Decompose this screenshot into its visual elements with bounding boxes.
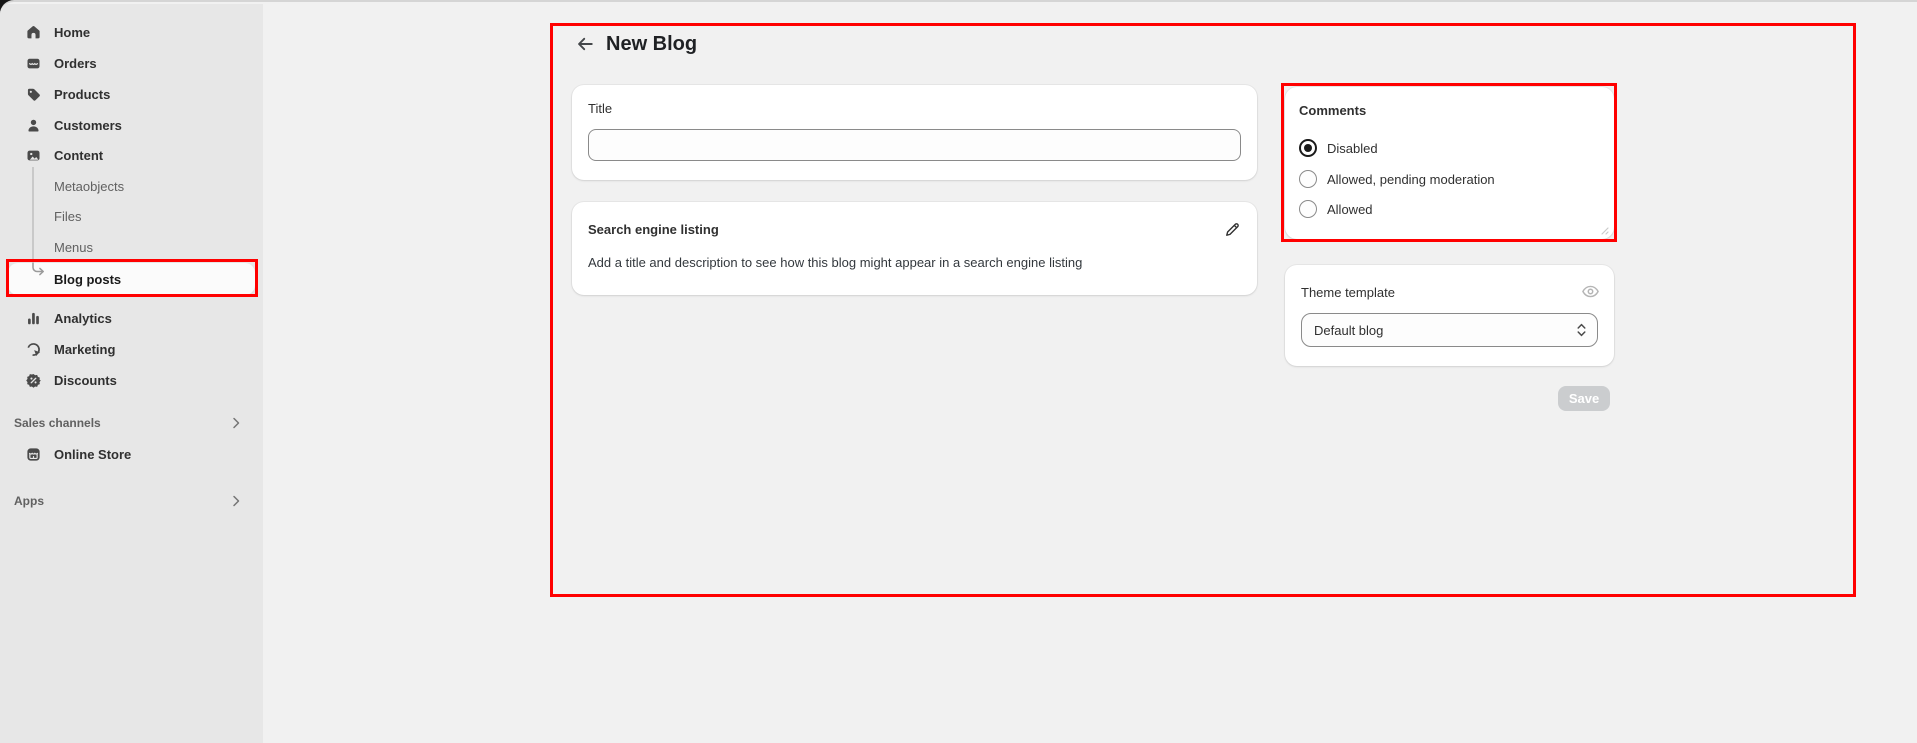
section-label: Sales channels	[14, 416, 101, 430]
eye-icon	[1581, 282, 1600, 301]
sidebar-item-label: Analytics	[54, 311, 112, 326]
radio-label: Disabled	[1327, 141, 1378, 156]
customers-icon	[26, 118, 41, 133]
sidebar-item-label: Content	[54, 148, 103, 163]
home-icon	[26, 25, 41, 40]
sidebar-section-sales-channels[interactable]: Sales channels	[8, 408, 255, 438]
pencil-icon	[1224, 221, 1241, 238]
sidebar-item-menus[interactable]: Menus	[8, 232, 255, 262]
radio-option-allowed-pending-moderation[interactable]: Allowed, pending moderation	[1299, 170, 1495, 188]
section-label: Apps	[14, 494, 44, 508]
radio-option-disabled[interactable]: Disabled	[1299, 139, 1378, 157]
content-icon	[26, 148, 41, 163]
products-icon	[26, 87, 41, 102]
radio-label: Allowed, pending moderation	[1327, 172, 1495, 187]
radio-unselected-icon	[1299, 170, 1317, 188]
sidebar-item-label: Files	[54, 209, 81, 224]
subnav-arrow-icon	[27, 263, 47, 285]
edit-seo-button[interactable]	[1223, 220, 1241, 238]
sidebar-item-label: Products	[54, 87, 110, 102]
chevron-right-icon	[231, 495, 241, 507]
theme-template-label: Theme template	[1301, 285, 1395, 300]
back-arrow-icon	[576, 35, 594, 53]
sidebar-item-home[interactable]: Home	[8, 17, 255, 47]
analytics-icon	[26, 311, 41, 326]
sidebar-item-label: Discounts	[54, 373, 117, 388]
sidebar-item-label: Home	[54, 25, 90, 40]
title-input[interactable]	[588, 129, 1241, 161]
sidebar-item-label: Marketing	[54, 342, 115, 357]
orders-icon	[26, 56, 41, 71]
sidebar-item-blog-posts[interactable]: Blog posts	[8, 263, 255, 295]
select-caret-icon	[1576, 322, 1587, 338]
sidebar-item-online-store[interactable]: Online Store	[8, 439, 255, 469]
sidebar-item-label: Customers	[54, 118, 122, 133]
sidebar-item-customers[interactable]: Customers	[8, 110, 255, 140]
sidebar-item-discounts[interactable]: Discounts	[8, 365, 255, 395]
sidebar-item-metaobjects[interactable]: Metaobjects	[8, 171, 255, 201]
sidebar-item-marketing[interactable]: Marketing	[8, 334, 255, 364]
title-field-label: Title	[588, 101, 612, 116]
resize-grip-icon	[1599, 225, 1609, 235]
sidebar: Home Orders Products Customers	[0, 4, 263, 743]
sidebar-item-label: Menus	[54, 240, 93, 255]
radio-unselected-icon	[1299, 200, 1317, 218]
theme-template-card: Theme template Default blog	[1285, 265, 1614, 366]
seo-card-description: Add a title and description to see how t…	[588, 254, 1208, 271]
admin-frame: Home Orders Products Customers	[0, 0, 1917, 743]
sidebar-item-orders[interactable]: Orders	[8, 48, 255, 78]
discounts-icon	[26, 373, 41, 388]
seo-card-title: Search engine listing	[588, 222, 719, 237]
comments-card-title: Comments	[1299, 103, 1366, 118]
sidebar-item-label: Online Store	[54, 447, 131, 462]
theme-template-selected-value: Default blog	[1314, 323, 1383, 338]
sidebar-item-files[interactable]: Files	[8, 201, 255, 231]
page-title: New Blog	[606, 33, 697, 56]
theme-template-select[interactable]: Default blog	[1301, 313, 1598, 347]
sidebar-item-label: Blog posts	[54, 272, 121, 287]
view-button[interactable]	[1581, 282, 1600, 301]
radio-label: Allowed	[1327, 202, 1373, 217]
sidebar-item-products[interactable]: Products	[8, 79, 255, 109]
sidebar-section-apps[interactable]: Apps	[8, 486, 255, 516]
sidebar-item-content[interactable]: Content	[8, 140, 255, 170]
sidebar-item-label: Orders	[54, 56, 97, 71]
sidebar-item-label: Metaobjects	[54, 179, 124, 194]
chevron-right-icon	[231, 417, 241, 429]
radio-selected-icon	[1299, 139, 1317, 157]
marketing-icon	[26, 342, 41, 357]
radio-option-allowed[interactable]: Allowed	[1299, 200, 1373, 218]
title-card: Title	[572, 85, 1257, 180]
back-button[interactable]	[574, 33, 596, 55]
sidebar-item-analytics[interactable]: Analytics	[8, 303, 255, 333]
online-store-icon	[26, 447, 41, 462]
app-window: Home Orders Products Customers	[0, 0, 1917, 743]
save-button[interactable]: Save	[1558, 386, 1610, 411]
seo-card: Search engine listing Add a title and de…	[572, 202, 1257, 295]
comments-card: Comments Disabled Allowed, pending moder…	[1285, 87, 1614, 239]
